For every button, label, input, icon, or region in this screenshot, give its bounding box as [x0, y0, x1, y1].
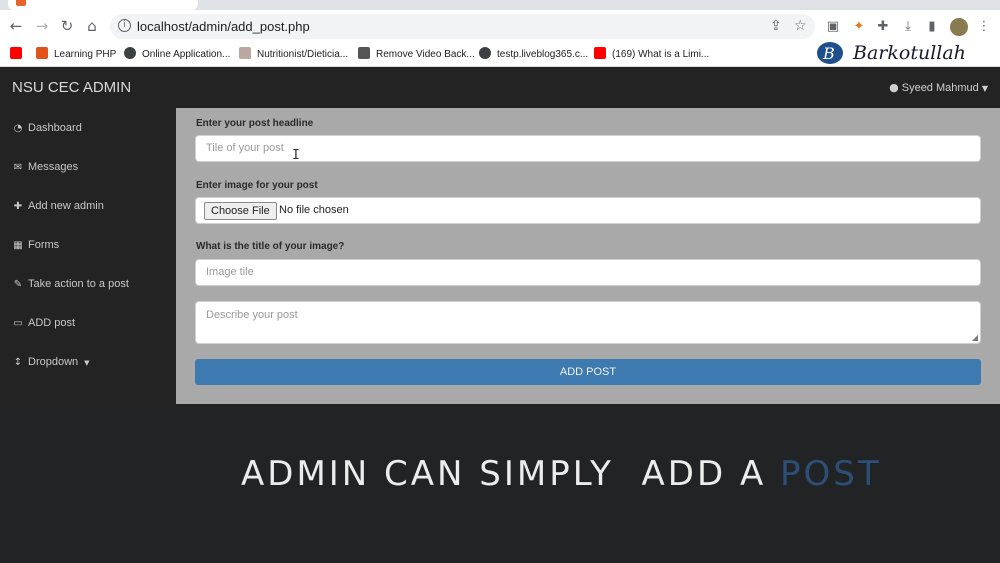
- caret-down-icon: ▼: [981, 84, 988, 93]
- image-title-label: What is the title of your image?: [196, 241, 345, 252]
- admin-navbar: NSU CEC ADMIN ● Syeed Mahmud ▼: [0, 68, 1000, 108]
- bookmark-label: Online Application...: [142, 49, 231, 60]
- bookmark-label: Learning PHP: [54, 49, 117, 60]
- bookmark-star-icon[interactable]: ☆: [794, 18, 807, 34]
- browser-tab-strip: [0, 0, 1000, 10]
- video-icon: [358, 47, 370, 59]
- caption-area: ADMIN CAN SIMPLY ADD A POST: [0, 404, 1000, 563]
- sidebar-item-label: ADD post: [28, 317, 76, 329]
- headline-label: Enter your post headline: [196, 118, 314, 129]
- image-label: Enter image for your post: [196, 180, 318, 191]
- download-icon[interactable]: ⤓: [900, 19, 916, 35]
- site-info-icon[interactable]: i: [118, 19, 131, 32]
- nutrition-icon: [239, 47, 251, 59]
- extension-icon[interactable]: ▣: [825, 19, 841, 35]
- bookmark-item[interactable]: Learning PHP: [36, 47, 116, 63]
- caption-highlight: POST: [780, 454, 882, 494]
- image-file-input[interactable]: Choose File No file chosen: [195, 197, 981, 224]
- globe-icon: [479, 47, 491, 59]
- caption-text: ADMIN CAN SIMPLY ADD A POST: [0, 454, 1000, 494]
- metamask-icon[interactable]: ✦: [851, 19, 867, 35]
- add-post-form: Enter your post headline Tile of your po…: [176, 108, 1000, 404]
- back-icon[interactable]: ←: [6, 16, 26, 36]
- add-post-button[interactable]: ADD POST: [195, 359, 981, 385]
- browser-toolbar: ← → ↻ ⌂ i localhost/admin/add_post.php ⇪…: [0, 10, 1000, 43]
- sidebar-item-label: Dropdown: [28, 356, 79, 368]
- resize-handle-icon[interactable]: ◢: [972, 334, 978, 342]
- sidebar-item-label: Messages: [28, 161, 79, 173]
- sidebar: ◔ Dashboard ✉ Messages ✚ Add new admin ▦ For…: [0, 108, 176, 404]
- reload-icon[interactable]: ↻: [57, 16, 77, 36]
- description-placeholder: Describe your post: [206, 309, 298, 321]
- sidebar-item-messages[interactable]: ✉ Messages: [12, 158, 78, 176]
- bookmark-item[interactable]: [10, 47, 28, 63]
- tab-favicon: [16, 0, 26, 6]
- image-title-placeholder: Image tile: [206, 266, 254, 278]
- sidebar-item-dropdown[interactable]: ↕ Dropdown ▼: [12, 353, 90, 371]
- url-host: localhost: [137, 19, 189, 34]
- bookmark-item[interactable]: (169) What is a Limi...: [594, 47, 709, 63]
- address-bar[interactable]: i localhost/admin/add_post.php ⇪ ☆: [110, 14, 815, 39]
- svg-text:B: B: [822, 44, 835, 63]
- globe-icon: [124, 47, 136, 59]
- side-panel-icon[interactable]: ▮: [924, 19, 940, 35]
- more-menu-icon[interactable]: ⋮: [976, 19, 992, 35]
- sidebar-item-dashboard[interactable]: ◔ Dashboard: [12, 119, 82, 137]
- profile-avatar[interactable]: [950, 18, 968, 36]
- browser-tab[interactable]: [8, 0, 198, 10]
- text-cursor-icon: I: [292, 148, 300, 163]
- sidebar-item-add-post[interactable]: ▭ ADD post: [12, 314, 75, 332]
- file-status: No file chosen: [279, 204, 349, 216]
- choose-file-button[interactable]: Choose File: [204, 202, 277, 220]
- bookmarks-bar: Learning PHP Online Application... Nutri…: [0, 43, 1000, 67]
- bookmark-item[interactable]: Remove Video Back...: [358, 47, 475, 63]
- image-title-input[interactable]: Image tile: [195, 259, 981, 286]
- headline-input[interactable]: Tile of your post: [195, 135, 981, 162]
- bookmark-item[interactable]: testp.liveblog365.c...: [479, 47, 588, 63]
- home-icon[interactable]: ⌂: [82, 16, 102, 36]
- edit-icon: ✎: [13, 279, 23, 290]
- user-icon: ●: [889, 81, 899, 94]
- address-url[interactable]: localhost/admin/add_post.php: [137, 19, 310, 34]
- desktop-icon: ▭: [13, 318, 23, 329]
- app-title[interactable]: NSU CEC ADMIN: [12, 79, 131, 96]
- sidebar-item-forms[interactable]: ▦ Forms: [12, 236, 59, 254]
- caption-main: ADMIN CAN SIMPLY ADD A: [241, 454, 781, 494]
- share-icon[interactable]: ⇪: [770, 18, 782, 34]
- headline-placeholder: Tile of your post: [206, 142, 284, 154]
- bookmark-label: Remove Video Back...: [376, 49, 475, 60]
- forward-icon[interactable]: →: [32, 16, 52, 36]
- description-textarea[interactable]: Describe your post ◢: [195, 301, 981, 344]
- plus-icon: ✚: [13, 201, 23, 212]
- sidebar-item-label: Add new admin: [28, 200, 104, 212]
- sidebar-item-add-admin[interactable]: ✚ Add new admin: [12, 197, 104, 215]
- dashboard-icon: ◔: [13, 123, 23, 134]
- bookmark-label: (169) What is a Limi...: [612, 49, 710, 60]
- brand-logo-icon: B: [817, 42, 843, 64]
- user-name: Syeed Mahmud: [901, 82, 979, 94]
- bookmark-label: Nutritionist/Dieticia...: [257, 49, 349, 60]
- envelope-icon: ✉: [13, 162, 23, 173]
- extensions-puzzle-icon[interactable]: ✚: [875, 19, 891, 35]
- caret-down-icon: ▼: [84, 359, 90, 367]
- sidebar-item-take-action[interactable]: ✎ Take action to a post: [12, 275, 129, 293]
- user-menu[interactable]: ● Syeed Mahmud ▼: [889, 81, 988, 94]
- learning-php-icon: [36, 47, 48, 59]
- youtube-icon: [594, 47, 606, 59]
- sidebar-item-label: Dashboard: [28, 122, 82, 134]
- sidebar-item-label: Take action to a post: [28, 278, 129, 290]
- bookmark-item[interactable]: Nutritionist/Dieticia...: [239, 47, 348, 63]
- youtube-icon: [10, 47, 22, 59]
- table-icon: ▦: [13, 240, 23, 251]
- sidebar-item-label: Forms: [28, 239, 60, 251]
- url-path: /admin/add_post.php: [188, 19, 310, 34]
- bookmark-item[interactable]: Online Application...: [124, 47, 230, 63]
- vertical-arrows-icon: ↕: [13, 357, 23, 368]
- bookmark-label: testp.liveblog365.c...: [497, 49, 589, 60]
